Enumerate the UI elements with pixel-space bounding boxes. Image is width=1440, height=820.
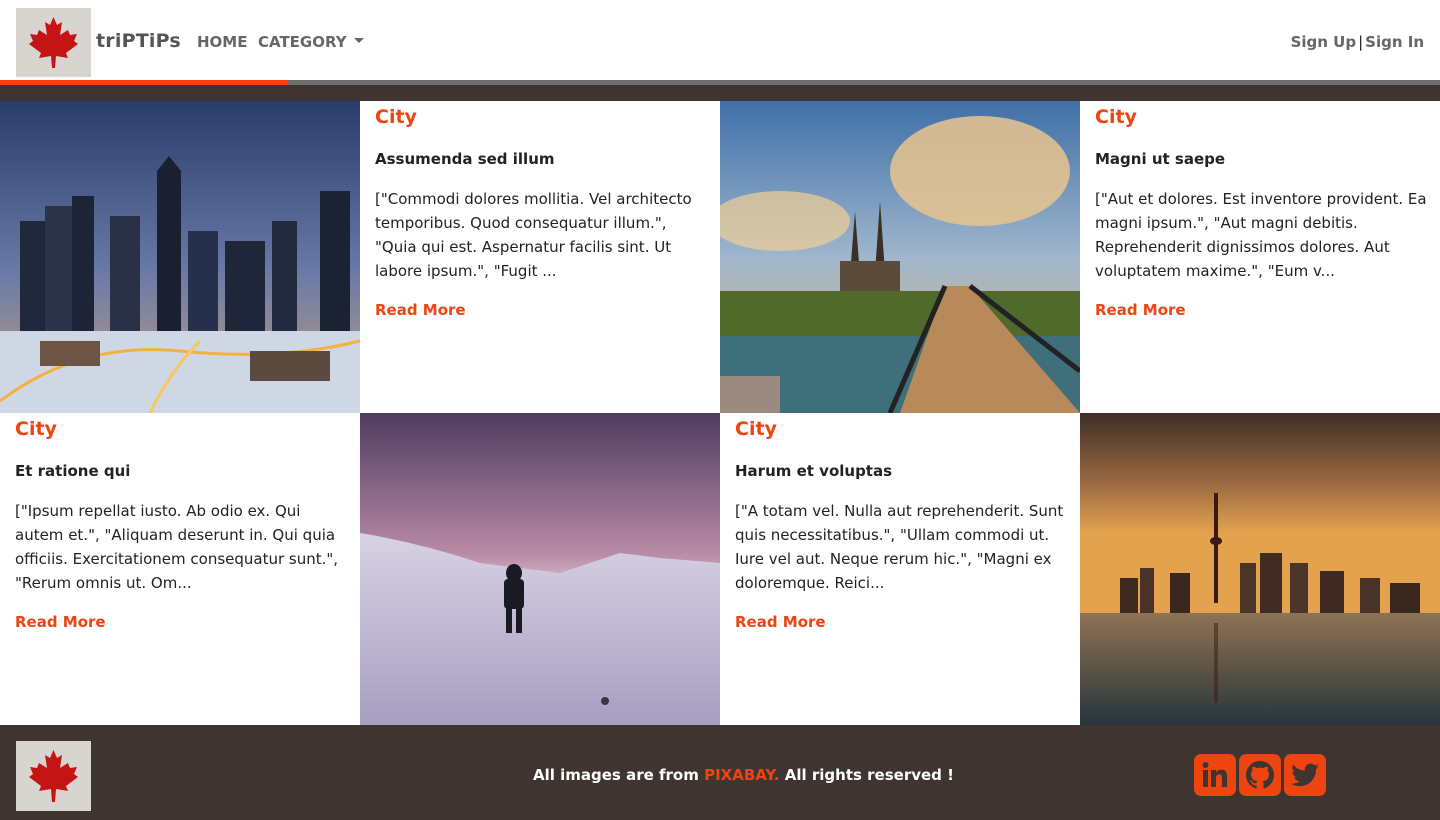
footer-text-before: All images are from: [533, 766, 699, 784]
card-excerpt: ["Commodi dolores mollitia. Vel architec…: [375, 190, 692, 280]
card-category[interactable]: City: [1095, 106, 1137, 128]
card-excerpt: ["A totam vel. Nulla aut reprehenderit. …: [735, 502, 1064, 592]
scroll-progress-strip: [0, 80, 1440, 101]
card-category[interactable]: City: [375, 106, 417, 128]
card-image-person-snow-dusk[interactable]: [360, 413, 720, 725]
maple-leaf-logo[interactable]: [16, 8, 91, 77]
footer: All images are from PIXABAY. All rights …: [0, 725, 1440, 820]
article-card: City Et ratione qui ["Ipsum repellat ius…: [0, 413, 360, 725]
twitter-icon[interactable]: [1284, 754, 1326, 796]
caret-down-icon: [353, 38, 364, 43]
footer-text-after: All rights reserved !: [784, 766, 954, 784]
footer-credits: All images are from PIXABAY. All rights …: [533, 766, 954, 784]
card-title: Et ratione qui: [15, 462, 131, 480]
auth-links: Sign Up | Sign In: [1291, 33, 1424, 51]
article-card: City Harum et voluptas ["A totam vel. Nu…: [720, 413, 1080, 725]
linkedin-icon[interactable]: [1194, 754, 1236, 796]
article-card: City Assumenda sed illum ["Commodi dolor…: [360, 101, 720, 413]
progress-fill: [0, 80, 288, 85]
card-image-city-skyline-night[interactable]: [0, 101, 360, 413]
github-icon[interactable]: [1239, 754, 1281, 796]
nav-category-dropdown[interactable]: CATEGORY: [258, 33, 364, 51]
card-image-bridge-church-sunset[interactable]: [720, 101, 1080, 413]
card-excerpt: ["Ipsum repellat iusto. Ab odio ex. Qui …: [15, 502, 339, 592]
read-more-link[interactable]: Read More: [15, 613, 106, 631]
article-grid: City Assumenda sed illum ["Commodi dolor…: [0, 101, 1440, 725]
maple-leaf-logo[interactable]: [16, 741, 91, 811]
card-title: Harum et voluptas: [735, 462, 893, 480]
navbar: triPTiPs HOME CATEGORY Sign Up | Sign In: [0, 0, 1440, 80]
nav-category-label: CATEGORY: [258, 33, 347, 51]
card-title: Magni ut saepe: [1095, 150, 1226, 168]
nav-home-link[interactable]: HOME: [197, 33, 247, 51]
card-image-toronto-skyline-reflection[interactable]: [1080, 413, 1440, 725]
read-more-link[interactable]: Read More: [1095, 301, 1186, 319]
brand-name[interactable]: triPTiPs: [96, 30, 181, 52]
auth-separator: |: [1358, 33, 1364, 51]
read-more-link[interactable]: Read More: [375, 301, 466, 319]
sign-up-link[interactable]: Sign Up: [1291, 33, 1357, 51]
card-category[interactable]: City: [735, 418, 777, 440]
card-title: Assumenda sed illum: [375, 150, 555, 168]
article-card: City Magni ut saepe ["Aut et dolores. Es…: [1080, 101, 1440, 413]
read-more-link[interactable]: Read More: [735, 613, 826, 631]
card-excerpt: ["Aut et dolores. Est inventore providen…: [1095, 190, 1427, 280]
card-category[interactable]: City: [15, 418, 57, 440]
sign-in-link[interactable]: Sign In: [1365, 33, 1424, 51]
pixabay-link[interactable]: PIXABAY.: [704, 766, 779, 784]
